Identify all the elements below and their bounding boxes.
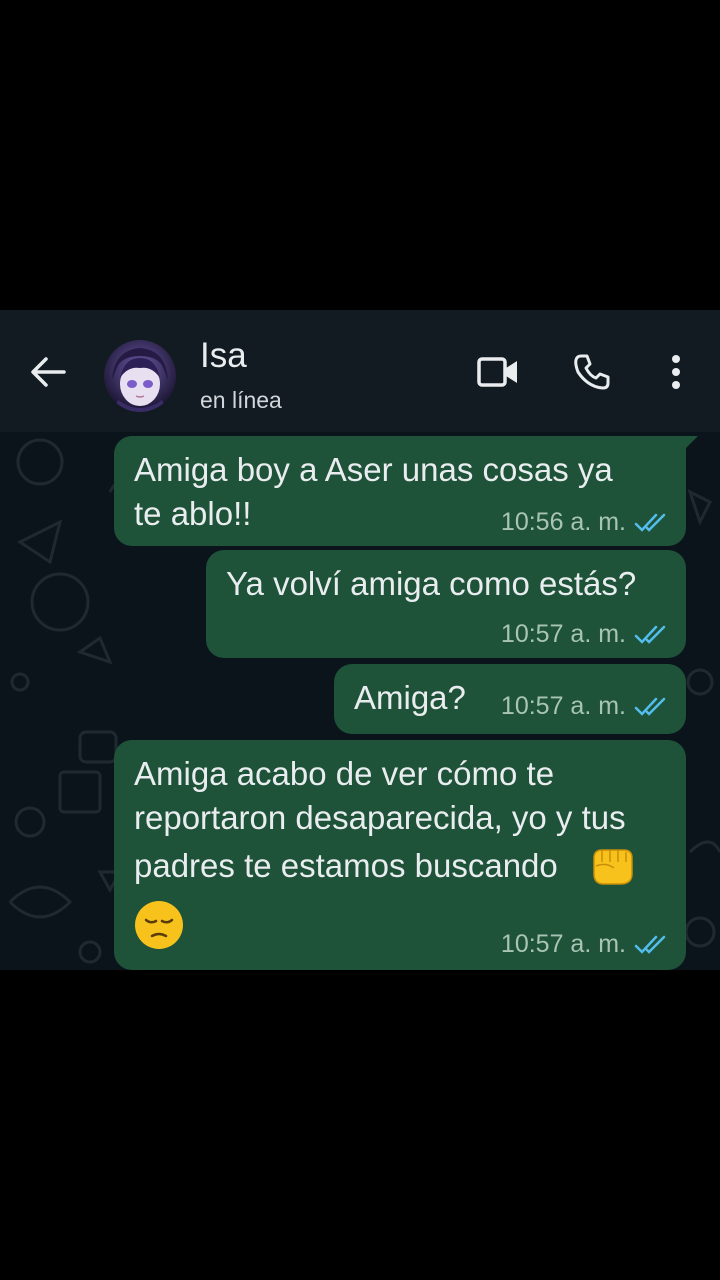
- voice-call-button[interactable]: [568, 350, 616, 394]
- chat-area[interactable]: Amiga boy a Aser unas cosas ya te ablo!!…: [0, 432, 720, 970]
- message-text: te ablo!!: [134, 495, 252, 532]
- back-arrow-icon: [31, 357, 66, 387]
- more-options-button[interactable]: [660, 350, 692, 394]
- message-meta: 10:57 a. m.: [501, 692, 668, 721]
- message-bubble[interactable]: Ya volví amiga como estás? 10:57 a. m.: [206, 550, 686, 658]
- message-bubble[interactable]: Amiga acabo de ver cómo te reportaron de…: [114, 740, 686, 970]
- message-time: 10:57 a. m.: [500, 692, 626, 720]
- message-bubble[interactable]: Amiga boy a Aser unas cosas ya te ablo!!…: [114, 436, 686, 546]
- message-meta: 10:56 a. m.: [501, 508, 668, 537]
- message-text: Amiga boy a Aser unas cosas ya: [134, 451, 613, 488]
- video-call-icon: [477, 357, 517, 387]
- read-receipt-icon: [634, 935, 668, 955]
- message-time: 10:57 a. m.: [500, 620, 626, 648]
- message-text: Amiga?: [354, 679, 466, 716]
- chat-header: Isa en línea: [0, 310, 720, 432]
- contact-avatar[interactable]: [104, 340, 176, 412]
- message-text: reportaron desaparecida, yo y tus: [134, 799, 626, 836]
- message-time: 10:57 a. m.: [500, 930, 626, 958]
- message-text: Ya volví amiga como estás?: [226, 565, 637, 602]
- contact-status: en línea: [200, 387, 282, 413]
- message-time: 10:56 a. m.: [500, 508, 626, 536]
- contact-name[interactable]: Isa: [200, 336, 247, 376]
- message-meta: 10:57 a. m.: [501, 930, 668, 959]
- pensive-face-emoji: [135, 901, 183, 949]
- read-receipt-icon: [634, 513, 668, 533]
- bubble-tail: [680, 436, 698, 454]
- video-call-button[interactable]: [470, 350, 526, 394]
- message-text: Amiga acabo de ver cómo te: [134, 755, 555, 792]
- message-meta: 10:57 a. m.: [501, 620, 668, 649]
- more-options-icon: [672, 355, 680, 389]
- read-receipt-icon: [634, 625, 668, 645]
- screenshot-frame: Isa en línea Amiga boy a Aser unas cosas…: [0, 0, 720, 1280]
- read-receipt-icon: [634, 697, 668, 717]
- back-button[interactable]: [24, 354, 72, 390]
- oncoming-fist-emoji: [593, 849, 633, 885]
- phone-icon: [574, 354, 610, 390]
- message-text: padres te estamos buscando: [134, 847, 558, 884]
- message-bubble[interactable]: Amiga? 10:57 a. m.: [334, 664, 686, 734]
